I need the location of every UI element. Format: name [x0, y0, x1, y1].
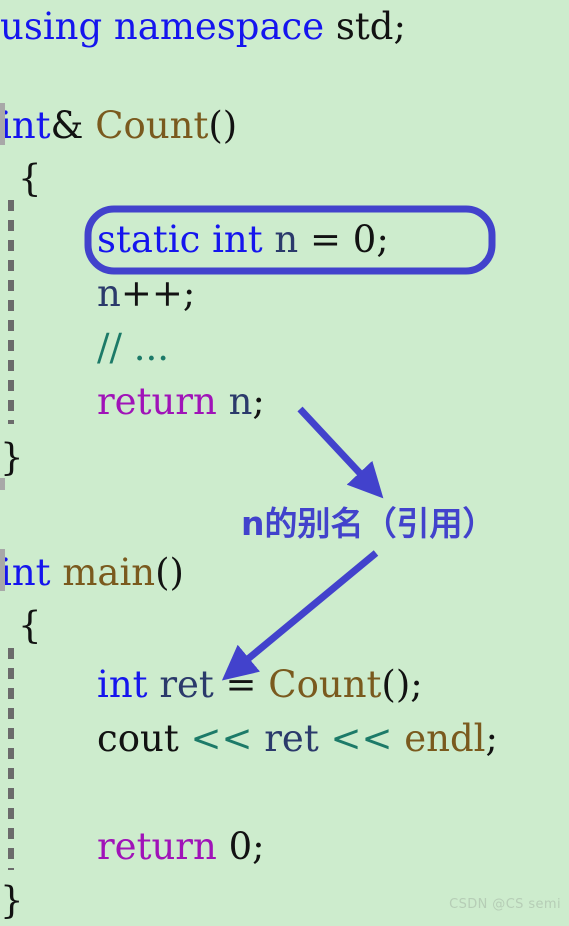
code-token: main: [62, 551, 156, 594]
code-token: return: [97, 380, 217, 423]
code-token: =: [213, 663, 269, 706]
code-editor-content[interactable]: using namespace std; int& Count(){static …: [0, 0, 569, 926]
gutter-bar-top: [0, 478, 5, 490]
code-token: }: [0, 879, 24, 922]
code-token: cout: [97, 717, 179, 760]
code-token: (): [208, 104, 238, 147]
code-token: {: [18, 604, 42, 647]
code-token: (): [155, 551, 184, 594]
code-token: ();: [381, 663, 423, 706]
line-static-n[interactable]: static int n = 0;: [0, 213, 569, 267]
code-token: ++;: [120, 272, 196, 315]
code-token: ;: [252, 380, 265, 423]
line-return-zero[interactable]: return 0;: [0, 820, 569, 874]
code-token: ;: [485, 717, 498, 760]
code-token: <<: [190, 717, 253, 760]
line-count-open-brace[interactable]: {: [0, 152, 569, 206]
code-token: =: [298, 218, 353, 261]
fold-guide-count[interactable]: [8, 200, 14, 424]
line-main-open-brace[interactable]: {: [0, 599, 569, 653]
line-increment[interactable]: n++;: [0, 267, 569, 321]
watermark: CSDN @CS semi: [449, 897, 561, 912]
line-count-close-brace[interactable]: }: [0, 431, 569, 485]
code-token: &: [50, 104, 96, 147]
code-token: n: [274, 218, 299, 261]
code-token: 0;: [352, 218, 389, 261]
line-cout[interactable]: cout << ret << endl;: [0, 712, 569, 766]
code-token: Count: [95, 104, 209, 147]
line-comment[interactable]: // ...: [0, 321, 569, 375]
code-token: using namespace: [0, 5, 325, 48]
code-screenshot: using namespace std; int& Count(){static …: [0, 0, 569, 926]
code-token: {: [18, 157, 42, 200]
code-token: <<: [330, 717, 393, 760]
code-token: return: [97, 825, 217, 868]
code-token: 0;: [228, 825, 265, 868]
line-main-signature[interactable]: int main(): [0, 546, 569, 600]
line-using[interactable]: using namespace std;: [0, 0, 569, 54]
code-token: static int: [97, 218, 263, 261]
code-token: }: [0, 436, 24, 479]
code-token: ret: [264, 717, 319, 760]
line-int-ret[interactable]: int ret = Count();: [0, 658, 569, 712]
code-token: ret: [159, 663, 214, 706]
line-return-n[interactable]: return n;: [0, 375, 569, 429]
line-count-signature[interactable]: int& Count(): [0, 99, 569, 153]
code-token: int: [97, 663, 148, 706]
annotation-note-alias-reference: n的别名（引用）: [241, 504, 496, 543]
code-token: std;: [335, 5, 406, 48]
code-token: // ...: [97, 326, 169, 369]
code-token: Count: [268, 663, 382, 706]
fold-guide-main[interactable]: [8, 648, 14, 870]
code-token: int: [0, 104, 51, 147]
code-token: endl: [404, 717, 486, 760]
code-token: n: [97, 272, 121, 315]
code-token: n: [228, 380, 253, 423]
gutter-bar-count: [0, 103, 5, 145]
code-token: int: [0, 551, 51, 594]
gutter-bar-main: [0, 549, 5, 591]
